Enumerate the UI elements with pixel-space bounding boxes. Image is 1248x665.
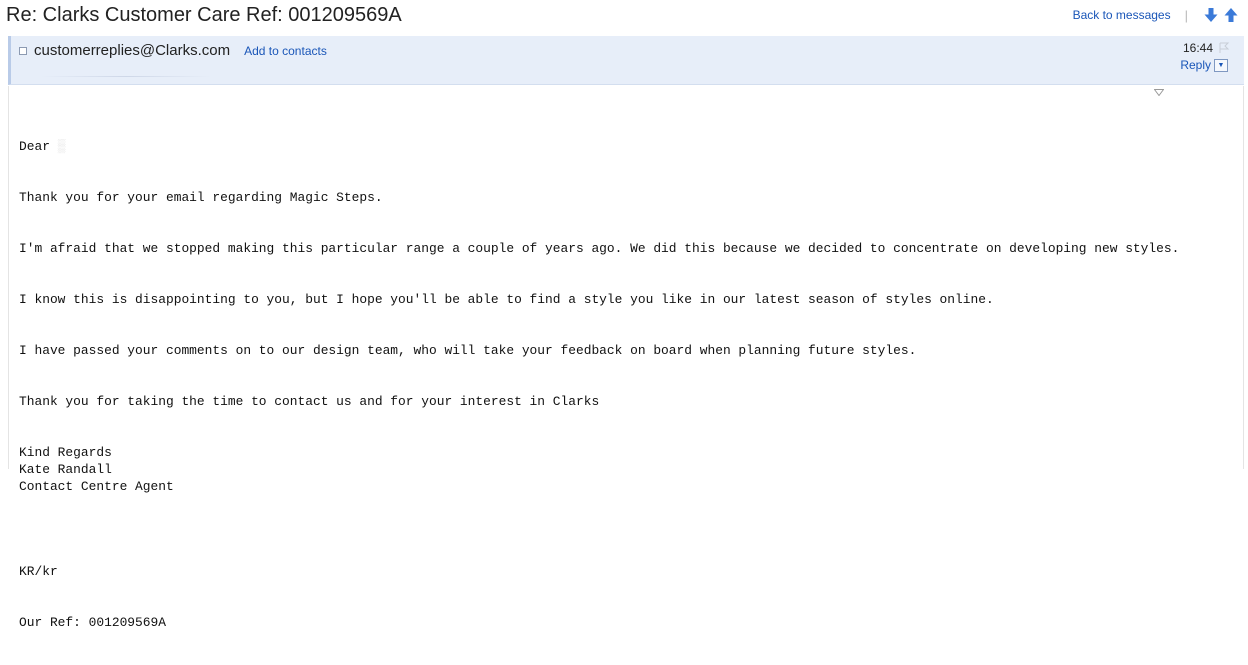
paragraph-4: I have passed your comments on to our de…: [19, 343, 917, 358]
redacted-name: ▒: [57, 139, 66, 154]
reply-button[interactable]: Reply: [1180, 58, 1211, 72]
flag-icon[interactable]: [1218, 42, 1230, 54]
signature-title: Contact Centre Agent: [19, 479, 174, 494]
back-to-messages-link[interactable]: Back to messages: [1073, 8, 1171, 22]
reply-dropdown-button[interactable]: ▼: [1214, 58, 1228, 72]
reference-line: Our Ref: 001209569A: [19, 615, 166, 630]
arrow-up-icon[interactable]: [1224, 7, 1238, 23]
paragraph-1: Thank you for your email regarding Magic…: [19, 190, 383, 205]
paragraph-3: I know this is disappointing to you, but…: [19, 292, 994, 307]
sender-divider: [41, 76, 211, 77]
initials-line: KR/kr: [19, 564, 58, 579]
expand-header-icon[interactable]: [1154, 89, 1164, 96]
greeting-line: Dear ▒: [19, 139, 66, 154]
signature-name: Kate Randall: [19, 462, 112, 477]
reply-control: Reply ▼: [1180, 58, 1228, 72]
paragraph-2: I'm afraid that we stopped making this p…: [19, 241, 1180, 256]
message-subject: Re: Clarks Customer Care Ref: 001209569A: [6, 4, 402, 26]
message-body: Dear ▒ Thank you for your email regardin…: [19, 121, 1179, 665]
signature: Kind Regards Kate Randall Contact Centre A…: [19, 444, 1179, 495]
chevron-down-icon: ▼: [1217, 61, 1225, 69]
message-header: customerreplies@Clarks.com Add to contac…: [8, 36, 1244, 85]
message-time: 16:44: [1182, 41, 1213, 55]
signature-regards: Kind Regards: [19, 445, 112, 460]
arrow-down-icon[interactable]: [1204, 7, 1218, 23]
sender-address[interactable]: customerreplies@Clarks.com: [34, 42, 230, 59]
nav-separator: |: [1184, 7, 1188, 23]
paragraph-5: Thank you for taking the time to contact…: [19, 394, 600, 409]
select-checkbox[interactable]: [19, 47, 27, 55]
sender-row: customerreplies@Clarks.com Add to contac…: [19, 42, 327, 59]
add-to-contacts-link[interactable]: Add to contacts: [244, 44, 327, 58]
message-navigation: Back to messages |: [1073, 7, 1238, 23]
